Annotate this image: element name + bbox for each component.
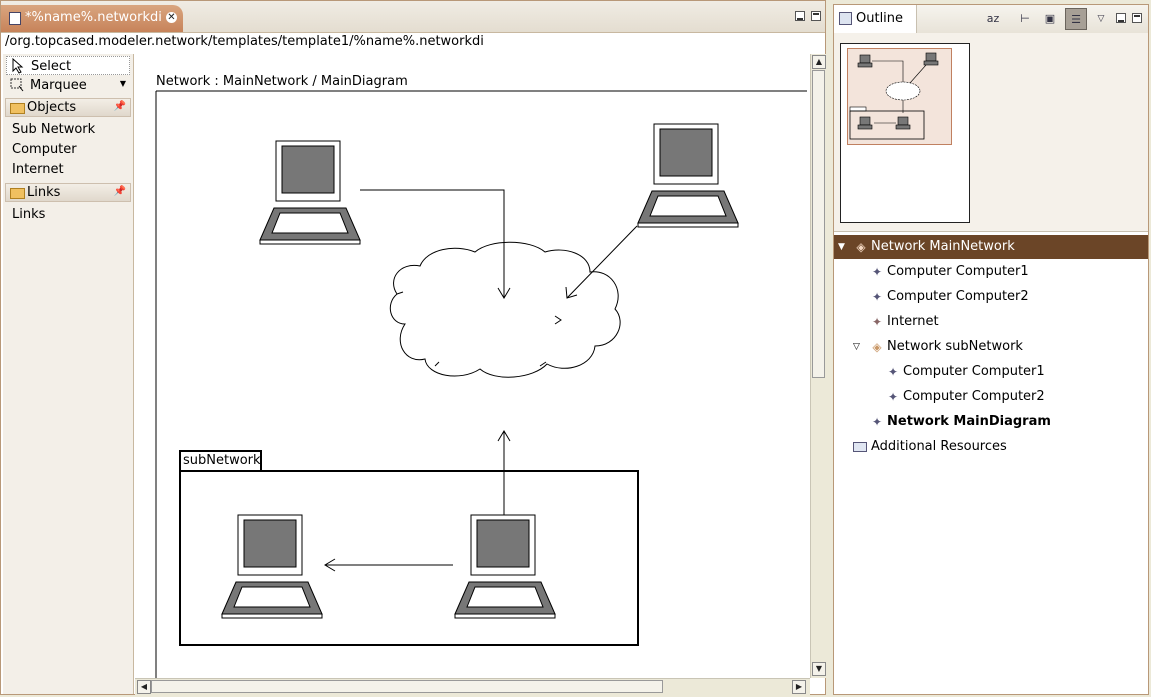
objects-drawer[interactable]: Objects 📌 [5, 98, 131, 117]
links-drawer-label: Links [27, 185, 61, 200]
computer-node-icon: ✦ [887, 390, 899, 404]
collapse-twisty-icon[interactable]: ▼ [838, 235, 845, 259]
network-diamond-icon: ◈ [856, 240, 866, 254]
overview-thumbnail[interactable] [840, 43, 970, 223]
tree-item-additional-resources[interactable]: Additional Resources [834, 435, 1148, 459]
folder-icon [10, 103, 25, 114]
palette-item-internet[interactable]: Internet [12, 162, 64, 177]
overview-icon[interactable]: ▣ [1039, 8, 1061, 30]
editor-tab[interactable]: *%name%.networkdi ✕ [1, 5, 183, 32]
tool-palette: Select Marquee ▼ Objects 📌 Sub Network C… [3, 54, 134, 694]
document-icon [9, 12, 21, 25]
outline-header: Outline az ⊢ ▣ ☰ ▽ [834, 5, 1148, 34]
close-icon[interactable]: ✕ [166, 12, 177, 23]
marquee-tool-label: Marquee [30, 78, 87, 93]
tree-item-computer[interactable]: ✦ Computer Computer2 [834, 385, 1148, 409]
computer-node-icon: ✦ [871, 265, 883, 279]
horizontal-scrollbar[interactable]: ◀ ▶ [135, 678, 810, 695]
tree-item-computer[interactable]: ✦ Computer Computer1 [834, 360, 1148, 384]
scroll-up-icon[interactable]: ▲ [812, 55, 826, 69]
tree-item-network-maindiagram[interactable]: ✦ Network MainDiagram [834, 410, 1148, 434]
diagram-drawing [155, 90, 807, 678]
collapse-twisty-icon[interactable]: ▽ [853, 335, 860, 359]
computer-node-icon: ✦ [887, 365, 899, 379]
folder-icon [10, 188, 25, 199]
outline-icon [839, 12, 852, 25]
outline-tab-label: Outline [856, 11, 904, 26]
dropdown-arrow-icon[interactable]: ▼ [120, 79, 126, 88]
computer-node-icon: ✦ [871, 290, 883, 304]
editor-tab-title: *%name%.networkdi [25, 10, 162, 25]
marquee-icon [10, 78, 24, 92]
overview-panel [834, 33, 1148, 232]
internet-cloud[interactable] [389, 241, 621, 378]
links-drawer[interactable]: Links 📌 [5, 183, 131, 202]
diagram-node-icon: ✦ [871, 415, 883, 429]
pin-icon[interactable]: 📌 [114, 101, 126, 112]
tree-item-network-subnetwork[interactable]: ▽ ◈ Network subNetwork [834, 335, 1148, 359]
vertical-scrollbar[interactable]: ▲ ▼ [810, 54, 827, 678]
outline-mode-icon[interactable]: ☰ [1065, 8, 1087, 30]
scroll-right-icon[interactable]: ▶ [792, 680, 806, 694]
marquee-tool[interactable]: Marquee ▼ [6, 76, 130, 95]
tree-view-icon[interactable]: ⊢ [1014, 8, 1036, 30]
tree-item-computer[interactable]: ✦ Computer Computer2 [834, 285, 1148, 309]
objects-drawer-label: Objects [27, 100, 77, 115]
select-tool-label: Select [31, 59, 72, 74]
maximize-button[interactable] [811, 11, 821, 21]
computer-node[interactable] [637, 123, 739, 228]
palette-item-sub-network[interactable]: Sub Network [12, 122, 95, 137]
overview-viewport[interactable] [847, 48, 952, 145]
sort-alphabetical-icon[interactable]: az [982, 8, 1004, 30]
editor-tab-bar: *%name%.networkdi ✕ [1, 1, 825, 33]
horizontal-scroll-thumb[interactable] [151, 680, 663, 693]
outline-tab[interactable]: Outline [834, 5, 917, 33]
internet-node-icon: ✦ [871, 315, 883, 329]
outline-maximize-button[interactable] [1132, 13, 1142, 23]
computer-node[interactable] [259, 140, 361, 245]
minimize-button[interactable] [795, 11, 805, 21]
pin-icon[interactable]: 📌 [114, 186, 126, 197]
view-menu-icon[interactable]: ▽ [1090, 8, 1112, 30]
outline-minimize-button[interactable] [1116, 13, 1126, 23]
diagram-editor: *%name%.networkdi ✕ /org.topcased.modele… [0, 0, 827, 695]
diagram-canvas[interactable]: Network : MainNetwork / MainDiagram subN… [135, 54, 810, 678]
scroll-down-icon[interactable]: ▼ [812, 662, 826, 676]
tree-item-network-mainnetwork[interactable]: ▼ ◈ Network MainNetwork [834, 235, 1148, 259]
subnetwork-label: subNetwork [183, 453, 261, 468]
overview-diagram [849, 52, 939, 140]
vertical-scroll-thumb[interactable] [812, 70, 825, 378]
palette-item-links[interactable]: Links [12, 207, 45, 222]
tree-item-internet[interactable]: ✦ Internet [834, 310, 1148, 334]
palette-item-computer[interactable]: Computer [12, 142, 77, 157]
outline-view: Outline az ⊢ ▣ ☰ ▽ ▼ ◈ Network MainNetwo… [833, 4, 1149, 695]
scroll-left-icon[interactable]: ◀ [137, 680, 151, 694]
arrow-cursor-icon [12, 58, 24, 74]
resources-icon [853, 442, 867, 452]
tree-item-computer[interactable]: ✦ Computer Computer1 [834, 260, 1148, 284]
select-tool[interactable]: Select [6, 56, 130, 75]
network-diamond-icon: ◈ [872, 340, 882, 354]
file-path: /org.topcased.modeler.network/templates/… [5, 34, 484, 49]
